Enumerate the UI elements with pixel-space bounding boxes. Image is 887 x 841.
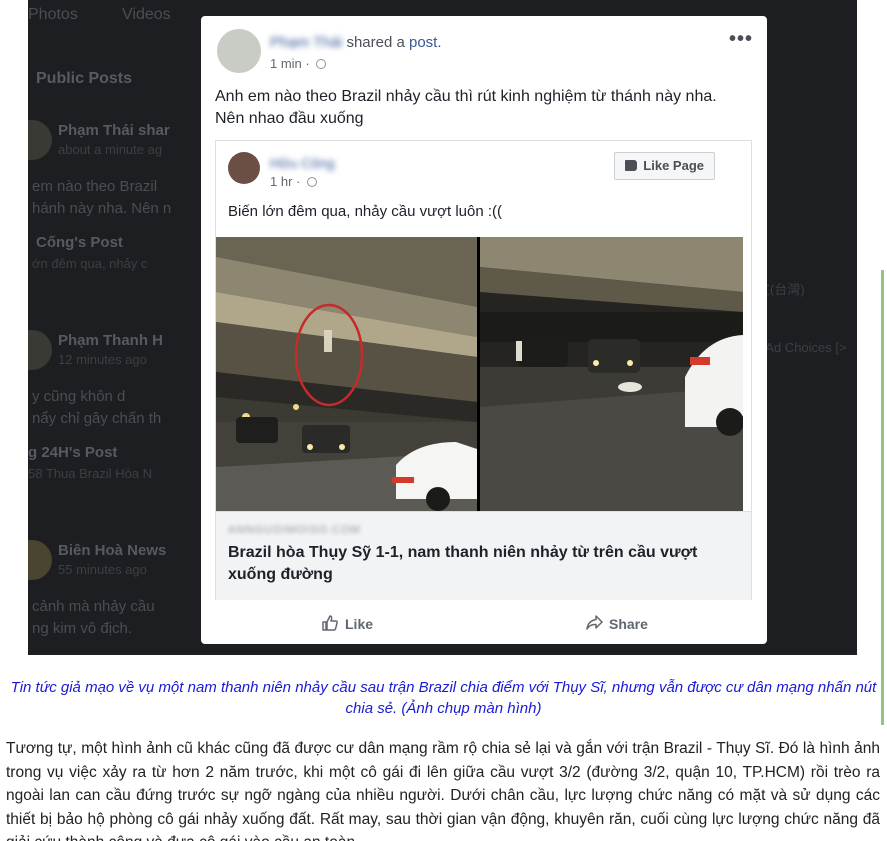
image-caption: Tin tức giả mạo về vụ một nam thanh niên… [10, 679, 877, 717]
feed-shared-title: Cống's Post [36, 234, 123, 251]
tab-videos: Videos [122, 6, 171, 23]
feed-shared-title: g 24H's Post [28, 444, 118, 461]
like-button[interactable]: Like [321, 614, 373, 635]
like-page-label: Like Page [643, 158, 704, 173]
feed-time: about a minute ag [58, 142, 163, 157]
shared-author-name[interactable]: Hữu Công [270, 155, 335, 171]
feed-shared-text: 58 Thua Brazil Hòa N [28, 466, 153, 481]
link-domain: ANNGUOIMOISO.COM [228, 524, 361, 536]
link-preview[interactable]: ANNGUOIMOISO.COM Brazil hòa Thụy Sỹ 1-1,… [216, 511, 751, 600]
post-link[interactable]: post. [409, 34, 442, 51]
globe-icon [306, 177, 317, 187]
post-meta: 1 min · [270, 56, 327, 71]
public-posts-heading: Public Posts [36, 70, 133, 87]
share-button[interactable]: Share [585, 614, 648, 635]
page-edge-border [881, 270, 884, 725]
post-card: Phạm Thái shared a post. 1 min · ••• Anh… [201, 16, 767, 644]
feed-time: 55 minutes ago [58, 562, 147, 577]
like-page-button[interactable]: Like Page [614, 152, 715, 180]
avatar [28, 540, 52, 580]
shared-text: Biến lớn đêm qua, nhảy cầu vượt luôn :(( [228, 203, 503, 220]
feed-text: em nào theo Brazil [32, 178, 158, 195]
thumbs-up-icon [625, 160, 638, 171]
post-text: Anh em nào theo Brazil nhảy cầu thì rút … [215, 86, 745, 130]
feed-author: Phạm Thanh H [58, 332, 164, 349]
link-headline[interactable]: Brazil hòa Thụy Sỹ 1-1, nam thanh niên n… [228, 542, 728, 586]
post-time[interactable]: 1 min [270, 56, 302, 71]
article-paragraph: Tương tự, một hình ảnh cũ khác cũng đã đ… [6, 740, 880, 841]
like-label: Like [345, 616, 374, 632]
post-text-line: Nên nhao đầu xuống [215, 110, 364, 127]
author-name[interactable]: Phạm Thái [270, 34, 342, 51]
feed-text: cảnh mà nhảy cầu [32, 598, 155, 615]
post-text-line: Anh em nào theo Brazil nhảy cầu thì rút … [215, 88, 717, 105]
feed-author: Phạm Thái shar [58, 122, 170, 139]
share-label: Share [609, 616, 648, 632]
feed-text: ng kim vô địch. [32, 620, 133, 637]
more-options-icon[interactable]: ••• [729, 28, 753, 51]
avatar [28, 330, 52, 370]
feed-author: Biên Hoà News [58, 542, 167, 559]
post-header: Phạm Thái shared a post. [270, 34, 442, 51]
feed-text: y cũng khôn d [32, 388, 126, 405]
avatar [217, 29, 261, 73]
tab-photos: Photos [28, 6, 78, 23]
feed-time: 12 minutes ago [58, 352, 147, 367]
shared-time[interactable]: 1 hr [270, 174, 292, 189]
thumbs-up-icon [321, 614, 339, 635]
avatar [228, 152, 260, 184]
share-icon [585, 614, 603, 635]
photo-panel-bridge [216, 237, 477, 511]
post-actions: Like Share [201, 604, 767, 640]
action-text: shared a [346, 34, 405, 51]
globe-icon [316, 59, 327, 69]
feed-shared-text: ớn đêm qua, nhảy c [32, 256, 148, 271]
post-photo[interactable] [216, 237, 743, 511]
photo-panel-street [480, 237, 743, 511]
feed-text: hánh này nha. Nên n [32, 200, 172, 217]
feed-text: nẩy chỉ gây chấn th [32, 410, 162, 427]
screenshot-image: Photos Videos Public Posts Phạm Thái sha… [28, 0, 857, 655]
shared-post: Hữu Công 1 hr · Like Page Biến lớn đêm q… [215, 140, 752, 600]
avatar [28, 120, 52, 160]
shared-meta: 1 hr · [270, 174, 317, 189]
